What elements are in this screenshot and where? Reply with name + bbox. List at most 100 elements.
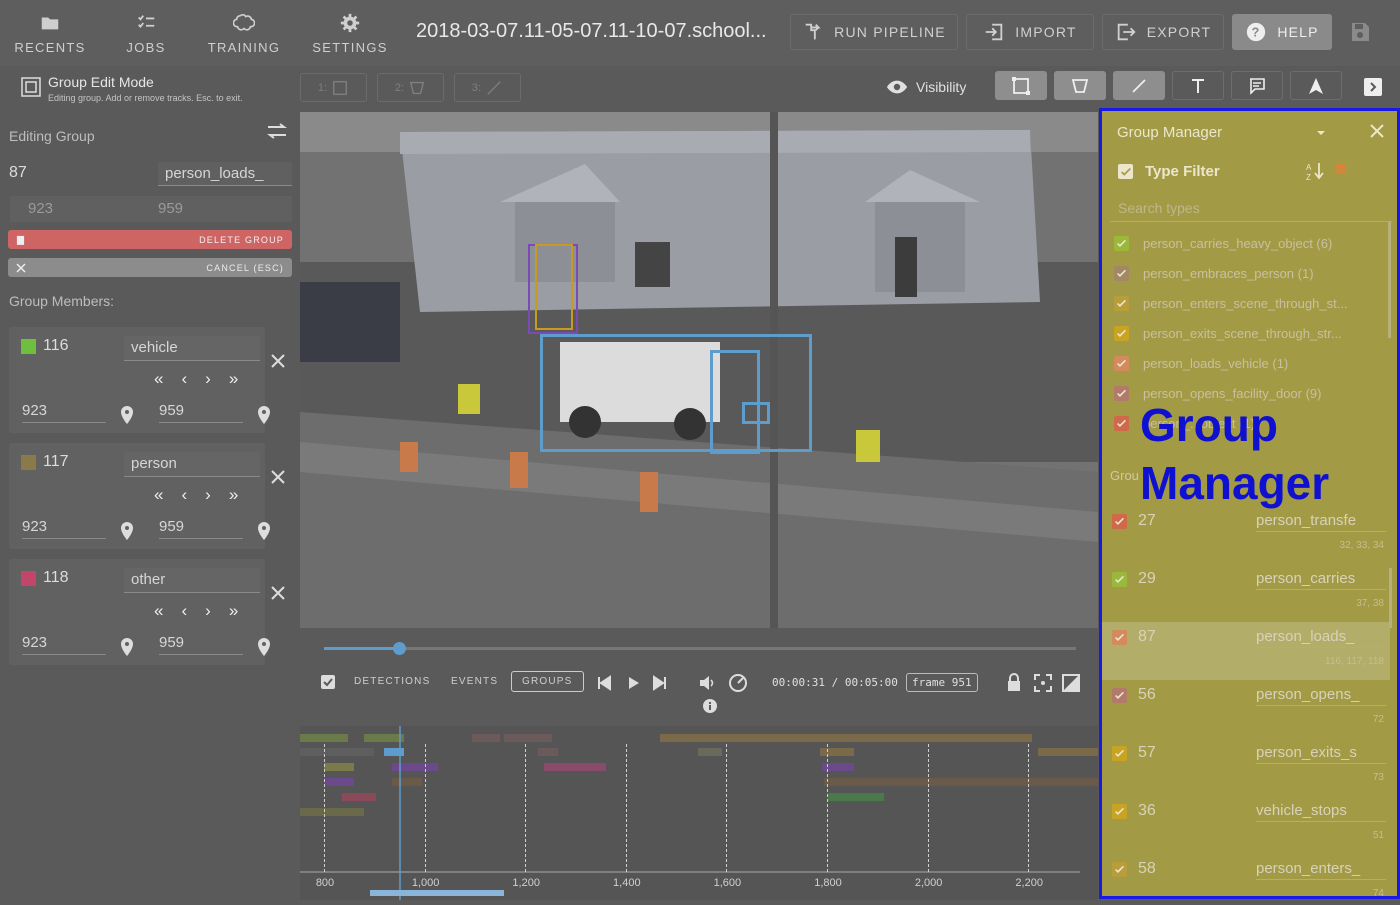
- group-list-item[interactable]: 29 person_carries 37, 38: [1100, 564, 1390, 622]
- group-type[interactable]: person_carries: [1256, 570, 1386, 590]
- type-checkbox[interactable]: [1114, 385, 1129, 401]
- groups-scrollbar[interactable]: [1389, 568, 1392, 628]
- previous-icon[interactable]: ‹: [181, 485, 187, 505]
- type-filter-toggle[interactable]: Type Filter: [1118, 163, 1220, 180]
- type-filter-checkbox[interactable]: [1118, 164, 1133, 179]
- bbox-other[interactable]: [742, 402, 770, 424]
- dropdown-icon[interactable]: [1315, 126, 1327, 144]
- swap-icon[interactable]: [266, 122, 288, 145]
- type-checkbox[interactable]: [1114, 265, 1129, 281]
- remove-member-icon[interactable]: [271, 586, 285, 605]
- first-frame-icon[interactable]: «: [154, 601, 163, 621]
- visibility-direction-button[interactable]: [1290, 71, 1342, 100]
- next-icon[interactable]: ›: [205, 369, 211, 389]
- visibility-toggle[interactable]: Visibility: [886, 76, 966, 98]
- nav-training[interactable]: TRAINING: [200, 0, 288, 66]
- group-checkbox[interactable]: [1112, 804, 1127, 819]
- member-begin[interactable]: 923: [22, 518, 106, 539]
- last-frame-icon[interactable]: »: [229, 369, 238, 389]
- previous-frame-icon[interactable]: [596, 675, 612, 696]
- nav-recents[interactable]: RECENTS: [8, 0, 92, 66]
- next-icon[interactable]: ›: [205, 485, 211, 505]
- group-type[interactable]: person_opens_: [1256, 686, 1386, 706]
- frame-input[interactable]: frame 951: [906, 673, 978, 692]
- member-end[interactable]: 959: [159, 402, 243, 423]
- group-checkbox[interactable]: [1112, 688, 1127, 703]
- types-scrollbar[interactable]: [1388, 222, 1391, 338]
- member-end[interactable]: 959: [159, 518, 243, 539]
- bbox-vehicle[interactable]: [540, 334, 812, 452]
- groups-tab[interactable]: GROUPS: [511, 671, 584, 692]
- location-pin-icon[interactable]: [257, 521, 271, 546]
- type-checkbox[interactable]: [1114, 415, 1129, 431]
- group-type[interactable]: vehicle_stops: [1256, 802, 1386, 822]
- import-button[interactable]: IMPORT: [966, 14, 1094, 50]
- type-checkbox[interactable]: [1114, 295, 1129, 311]
- group-type[interactable]: person_exits_s: [1256, 744, 1386, 764]
- remove-member-icon[interactable]: [271, 470, 285, 489]
- group-type-field[interactable]: person_loads_: [158, 162, 292, 186]
- events-tab[interactable]: EVENTS: [451, 676, 498, 687]
- type-filter-item[interactable]: person_carries_heavy_object (6): [1114, 232, 1332, 254]
- group-checkbox[interactable]: [1112, 746, 1127, 761]
- timeline[interactable]: 800 1,000 1,200 1,400 1,600 1,800 2,000 2,200: [300, 726, 1098, 900]
- previous-icon[interactable]: ‹: [181, 601, 187, 621]
- seek-bar[interactable]: [324, 642, 1076, 655]
- group-begin[interactable]: 923: [28, 200, 53, 217]
- bbox-117[interactable]: [535, 244, 573, 330]
- member-end[interactable]: 959: [159, 634, 243, 655]
- member-begin[interactable]: 923: [22, 634, 106, 655]
- location-pin-icon[interactable]: [257, 637, 271, 662]
- delete-filter-icon[interactable]: [1336, 163, 1345, 174]
- group-list-item[interactable]: 58 person_enters_ 74: [1100, 854, 1390, 898]
- lock-icon[interactable]: [1005, 672, 1023, 697]
- nav-jobs[interactable]: JOBS: [106, 0, 186, 66]
- detections-tab[interactable]: DETECTIONS: [354, 676, 430, 687]
- shape-mode-3[interactable]: 3:: [454, 73, 521, 102]
- location-pin-icon[interactable]: [120, 637, 134, 662]
- cancel-button[interactable]: CANCEL (ESC): [8, 258, 292, 277]
- group-type[interactable]: person_loads_: [1256, 628, 1386, 648]
- group-type[interactable]: person_transfe: [1256, 512, 1386, 532]
- nav-settings[interactable]: SETTINGS: [306, 0, 394, 66]
- visibility-polygon-button[interactable]: [1054, 71, 1106, 100]
- info-icon[interactable]: [703, 699, 717, 718]
- member-type-field[interactable]: other: [124, 568, 260, 593]
- next-icon[interactable]: ›: [205, 601, 211, 621]
- member-begin[interactable]: 923: [22, 402, 106, 423]
- save-icon[interactable]: [1348, 20, 1372, 44]
- type-checkbox[interactable]: [1114, 355, 1129, 371]
- last-frame-icon[interactable]: »: [229, 601, 238, 621]
- group-type[interactable]: person_enters_: [1256, 860, 1386, 880]
- member-type-field[interactable]: person: [124, 452, 260, 477]
- group-list-item[interactable]: 87 person_loads_ 116, 117, 118: [1100, 622, 1390, 680]
- location-pin-icon[interactable]: [120, 405, 134, 430]
- last-frame-icon[interactable]: »: [229, 485, 238, 505]
- speed-icon[interactable]: [727, 672, 749, 699]
- group-checkbox[interactable]: [1112, 514, 1127, 529]
- toggle-all-checkbox[interactable]: [321, 675, 335, 689]
- export-button[interactable]: EXPORT: [1102, 14, 1224, 50]
- group-list-item[interactable]: 36 vehicle_stops 51: [1100, 796, 1390, 854]
- type-checkbox[interactable]: [1114, 325, 1129, 341]
- run-pipeline-button[interactable]: RUN PIPELINE: [790, 14, 958, 50]
- fit-screen-icon[interactable]: [1033, 673, 1053, 698]
- help-button[interactable]: ? HELP: [1232, 14, 1332, 50]
- type-filter-item[interactable]: person_loads_vehicle (1): [1114, 352, 1288, 374]
- type-checkbox[interactable]: [1114, 235, 1129, 251]
- visibility-text-button[interactable]: [1172, 71, 1224, 100]
- image-adjust-icon[interactable]: [1061, 673, 1081, 698]
- visibility-rectangle-button[interactable]: [995, 71, 1047, 100]
- sort-icon[interactable]: AZ: [1305, 161, 1325, 186]
- type-filter-item[interactable]: person_exits_scene_through_str...: [1114, 322, 1342, 344]
- expand-panel-button[interactable]: [1364, 78, 1382, 96]
- location-pin-icon[interactable]: [120, 521, 134, 546]
- first-frame-icon[interactable]: «: [154, 485, 163, 505]
- video-frame[interactable]: [300, 112, 1098, 628]
- close-icon[interactable]: [1369, 123, 1385, 144]
- group-checkbox[interactable]: [1112, 572, 1127, 587]
- group-end[interactable]: 959: [158, 200, 183, 217]
- visibility-tooltip-button[interactable]: [1231, 71, 1283, 100]
- group-checkbox[interactable]: [1112, 862, 1127, 877]
- visibility-line-button[interactable]: [1113, 71, 1165, 100]
